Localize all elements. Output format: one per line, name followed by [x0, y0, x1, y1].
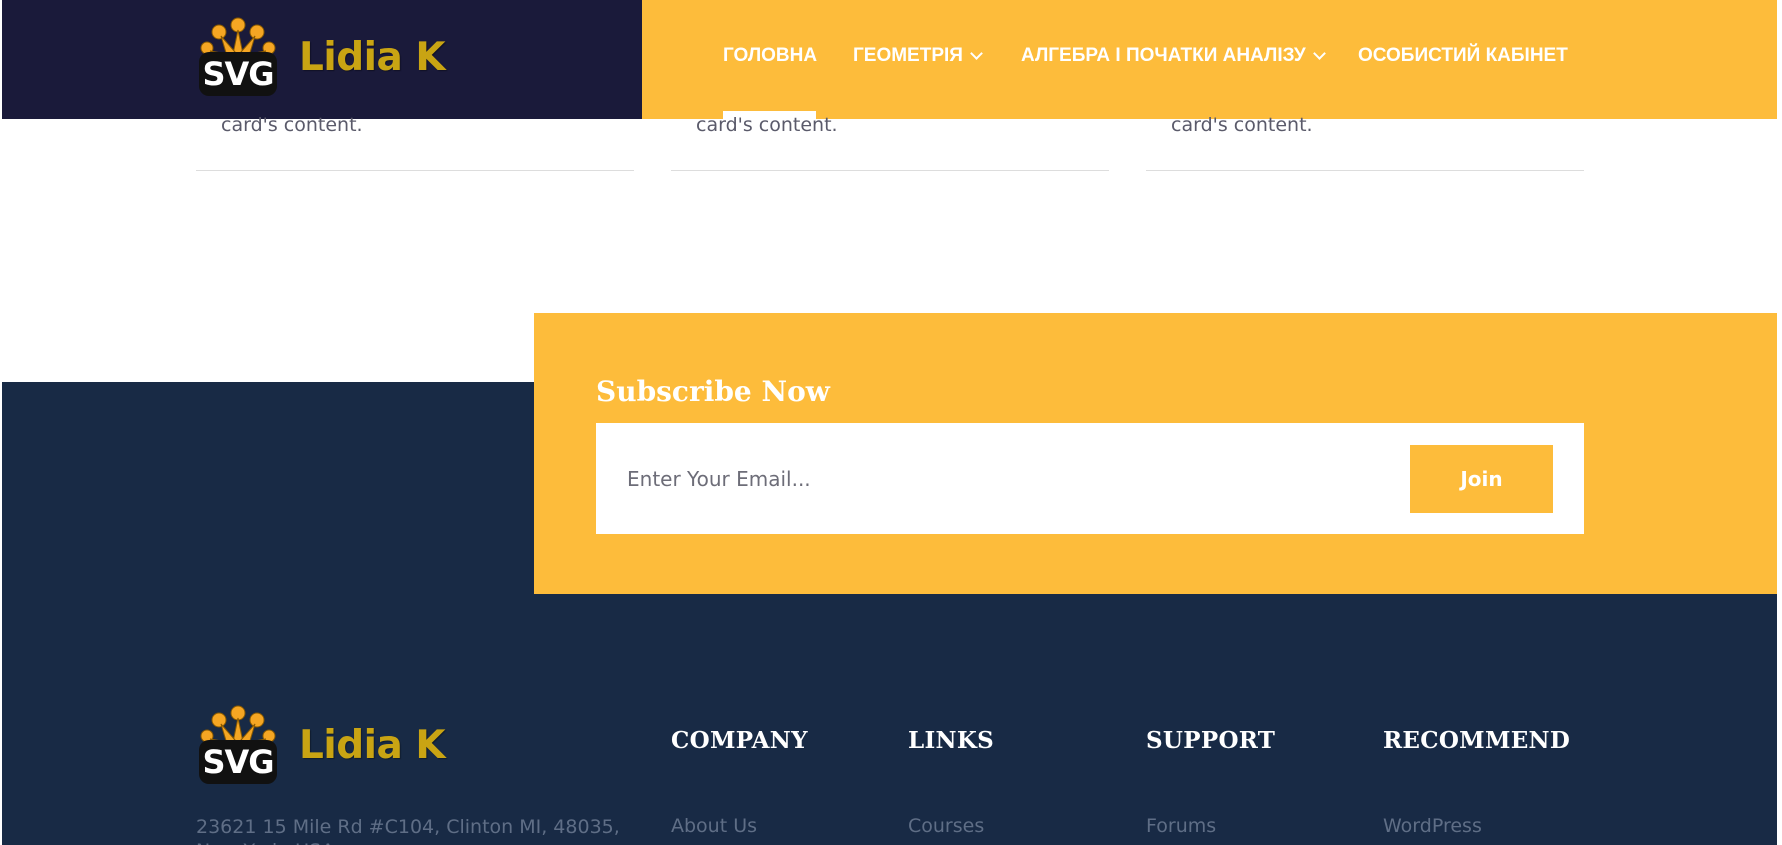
subscribe-section: Subscribe Now Join — [534, 313, 1777, 594]
chevron-down-icon — [1312, 46, 1326, 60]
card-divider — [196, 170, 634, 171]
brand-name: Lidia K — [299, 722, 446, 768]
nav-item-algebra[interactable]: АЛГЕБРА І ПОЧАТКИ АНАЛІЗУ — [1021, 45, 1326, 67]
nav-item-label: ОСОБИСТИЙ КАБІНЕТ — [1358, 45, 1568, 66]
footer-column-title-recommend: RECOMMEND — [1383, 727, 1571, 754]
card-content-text: card's content. — [221, 114, 363, 136]
footer-column-title-support: SUPPORT — [1146, 727, 1276, 754]
subscribe-title: Subscribe Now — [596, 375, 830, 408]
chevron-down-icon — [970, 46, 983, 60]
footer-link-forums[interactable]: Forums — [1146, 815, 1216, 837]
window-edge — [1777, 0, 1782, 845]
nav-item-label: ГОЛОВНА — [723, 45, 818, 66]
card-content-text: card's content. — [1171, 114, 1313, 136]
footer-link-wordpress[interactable]: WordPress — [1383, 815, 1482, 837]
footer-column-title-links: LINKS — [908, 727, 995, 754]
nav-item-cabinet[interactable]: ОСОБИСТИЙ КАБІНЕТ — [1358, 45, 1568, 67]
nav-item-geometry[interactable]: ГЕОМЕТРІЯ — [853, 45, 983, 67]
footer-logo[interactable]: SVG Lidia K — [197, 704, 446, 786]
footer-address: 23621 15 Mile Rd #C104, Clinton MI, 4803… — [196, 816, 620, 845]
card-divider — [1146, 170, 1584, 171]
card-divider — [671, 170, 1109, 171]
logo-badge: SVG — [199, 740, 277, 784]
nav-item-label: ГЕОМЕТРІЯ — [853, 45, 963, 66]
join-button[interactable]: Join — [1410, 445, 1553, 513]
footer-link-courses[interactable]: Courses — [908, 815, 984, 837]
email-input[interactable] — [596, 423, 1396, 534]
footer-link-about-us[interactable]: About Us — [671, 815, 757, 837]
logo-sun-icon: SVG — [197, 704, 279, 786]
card-content-text: card's content. — [696, 114, 838, 136]
nav-item-label: АЛГЕБРА І ПОЧАТКИ АНАЛІЗУ — [1021, 45, 1306, 66]
main-nav: ГОЛОВНА ГЕОМЕТРІЯ АЛГЕБРА І ПОЧАТКИ АНАЛ… — [0, 0, 1782, 119]
subscribe-form: Join — [596, 423, 1584, 534]
nav-item-home[interactable]: ГОЛОВНА — [723, 45, 817, 67]
footer-column-title-company: COMPANY — [671, 727, 808, 754]
